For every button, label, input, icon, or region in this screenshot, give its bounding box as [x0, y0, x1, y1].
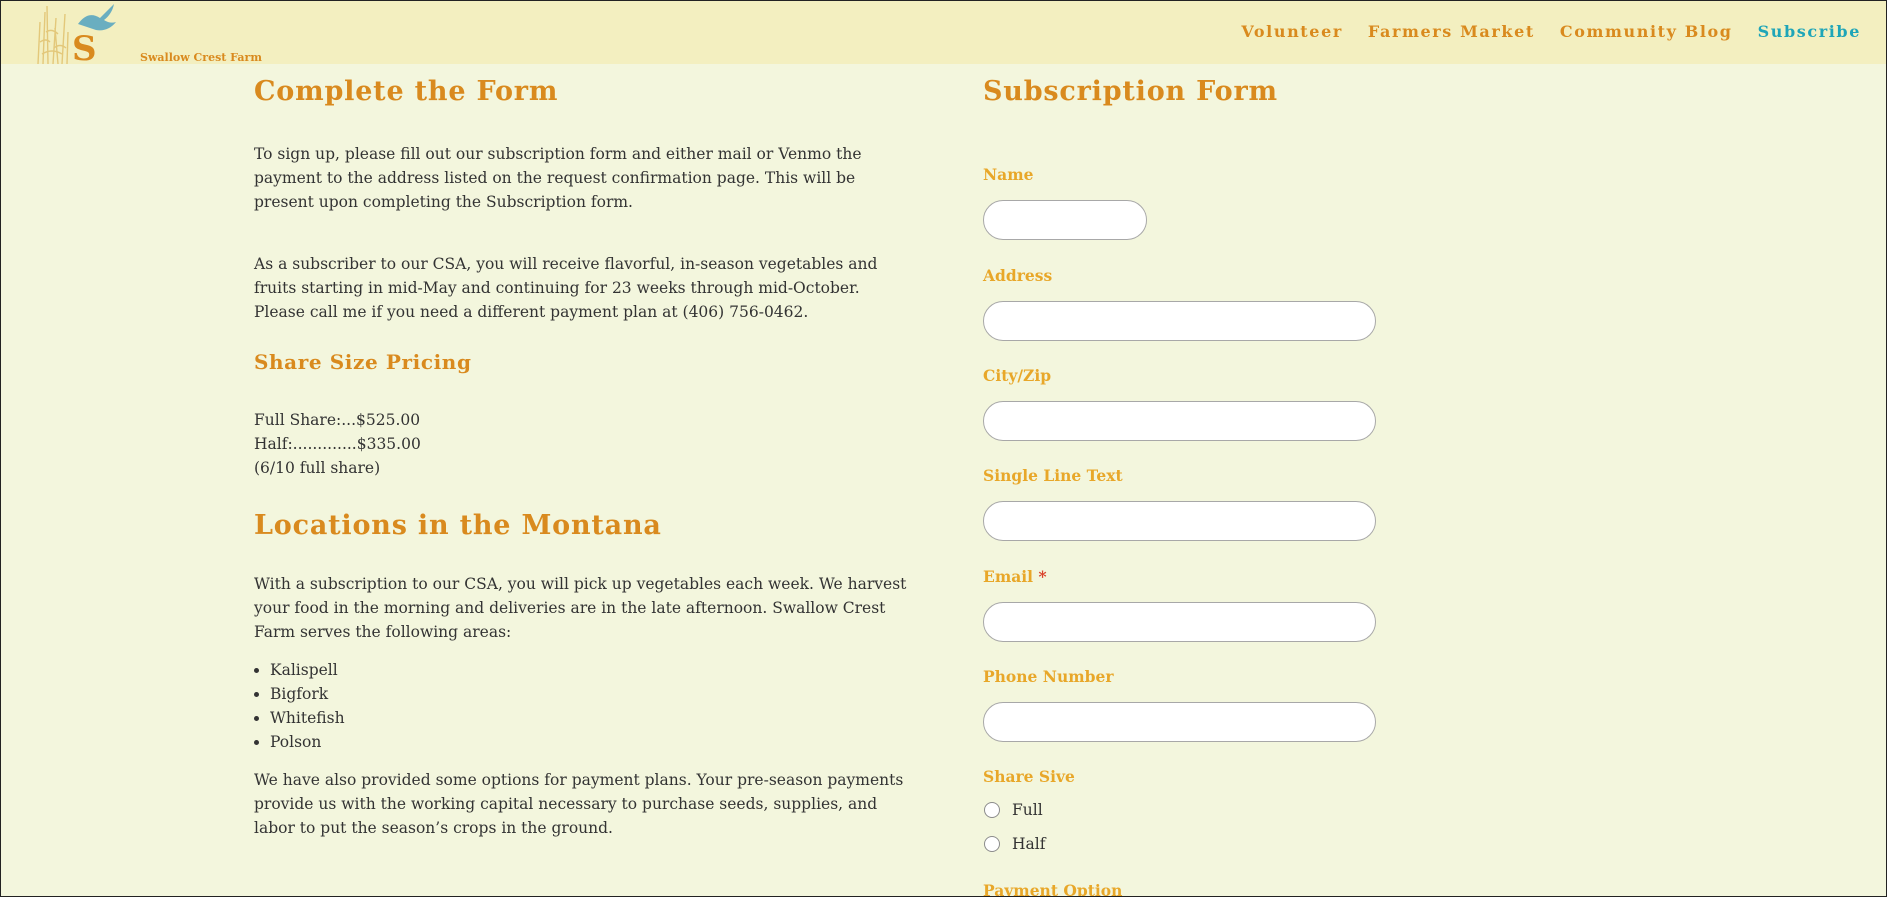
share-size-label: Share Sive	[983, 767, 1075, 786]
logo[interactable]: S Swallow Crest Farm	[34, 2, 262, 69]
nav-farmers-market[interactable]: Farmers Market	[1368, 22, 1535, 41]
pricing-heading: Share Size Pricing	[254, 350, 472, 374]
phone-input[interactable]	[983, 702, 1376, 742]
required-mark: *	[1038, 567, 1047, 586]
address-label: Address	[983, 266, 1053, 285]
nav-community-blog[interactable]: Community Blog	[1560, 22, 1733, 41]
locations-text: With a subscription to our CSA, you will…	[254, 575, 907, 641]
payment-text: We have also provided some options for p…	[254, 771, 904, 837]
nav-subscribe[interactable]: Subscribe	[1758, 22, 1861, 41]
pricing-full: Full Share:...$525.00	[254, 411, 421, 429]
nav-volunteer[interactable]: Volunteer	[1241, 22, 1343, 41]
radio-half[interactable]	[984, 836, 1000, 852]
share-option-full[interactable]: Full	[984, 801, 1043, 819]
logo-text: Swallow Crest Farm	[140, 51, 262, 64]
pricing-list: Full Share:...$525.00 Half:.............…	[254, 408, 914, 480]
subscriber-text: As a subscriber to our CSA, you will rec…	[254, 255, 878, 321]
cityzip-input[interactable]	[983, 401, 1376, 441]
pricing-note: (6/10 full share)	[254, 459, 381, 477]
radio-full-label: Full	[1012, 801, 1043, 819]
pricing-half: Half:.............$335.00	[254, 435, 421, 453]
page-title: Complete the Form	[254, 76, 559, 107]
main-nav: Volunteer Farmers Market Community Blog …	[1241, 22, 1861, 41]
radio-half-label: Half	[1012, 835, 1046, 853]
address-input[interactable]	[983, 301, 1376, 341]
locations-heading: Locations in the Montana	[254, 510, 662, 541]
info-column: Complete the Form To sign up, please fil…	[254, 70, 914, 840]
svg-text:S: S	[72, 29, 97, 64]
email-label-text: Email	[983, 567, 1034, 586]
payment-option-label: Payment Option	[983, 881, 1123, 897]
cityzip-label: City/Zip	[983, 366, 1052, 385]
phone-label: Phone Number	[983, 667, 1114, 686]
farm-logo-icon: S	[37, 4, 116, 69]
single-line-input[interactable]	[983, 501, 1376, 541]
list-item: Whitefish	[270, 706, 914, 730]
single-line-label: Single Line Text	[983, 466, 1123, 485]
list-item: Bigfork	[270, 682, 914, 706]
subscription-form: Subscription Form Name Address City/Zip …	[983, 70, 1403, 897]
list-item: Polson	[270, 730, 914, 754]
intro-text: To sign up, please fill out our subscrip…	[254, 145, 862, 211]
email-input[interactable]	[983, 602, 1376, 642]
share-option-half[interactable]: Half	[984, 835, 1045, 853]
list-item: Kalispell	[270, 658, 914, 682]
name-label: Name	[983, 165, 1034, 184]
radio-full[interactable]	[984, 802, 1000, 818]
form-title: Subscription Form	[983, 76, 1278, 107]
name-input[interactable]	[983, 200, 1147, 240]
email-label: Email *	[983, 567, 1047, 587]
locations-list: Kalispell Bigfork Whitefish Polson	[254, 658, 914, 754]
site-header: S Swallow Crest Farm Volunteer Farmers M…	[0, 0, 1887, 69]
